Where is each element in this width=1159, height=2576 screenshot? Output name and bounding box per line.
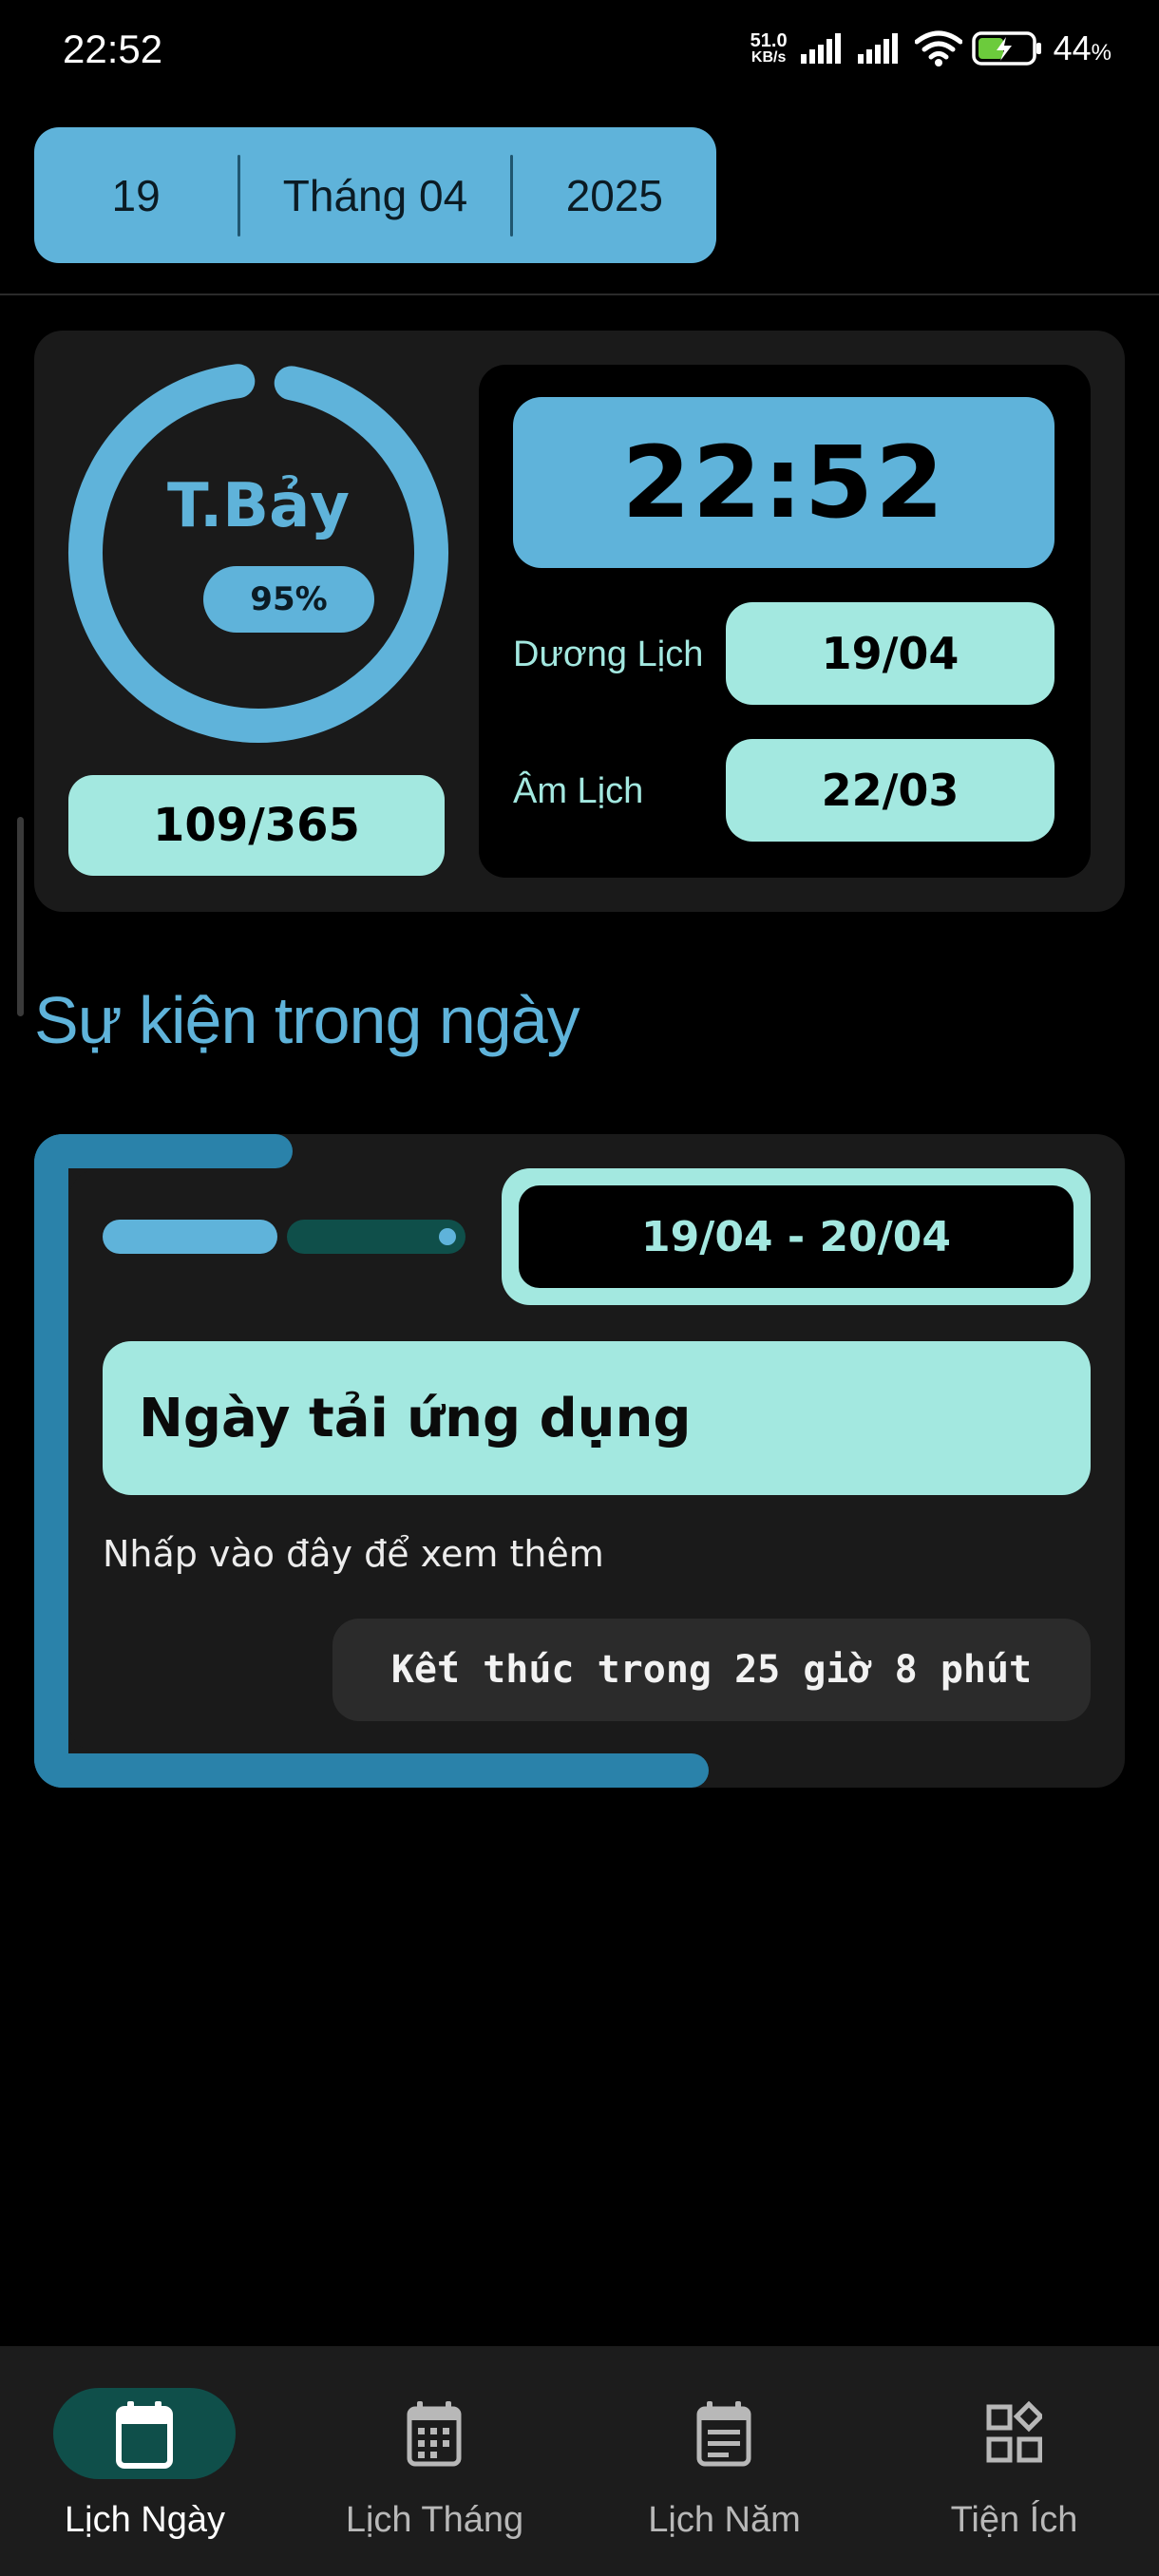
event-progress-track bbox=[287, 1220, 466, 1254]
year-picker[interactable]: 2025 bbox=[513, 127, 716, 263]
lunar-calendar-label: Âm Lịch bbox=[513, 771, 644, 811]
events-section-title: Sự kiện trong ngày bbox=[34, 983, 580, 1057]
solar-calendar-label: Dương Lịch bbox=[513, 635, 704, 674]
cell-signal-icon bbox=[800, 33, 841, 64]
clock-display: 22:52 bbox=[513, 397, 1054, 568]
day-of-year-badge: 109/365 bbox=[68, 775, 445, 876]
nav-label: Lịch Ngày bbox=[65, 2500, 225, 2540]
calendar-day-icon bbox=[116, 2401, 173, 2469]
scrollbar[interactable] bbox=[17, 817, 24, 1016]
clock-panel: 22:52 Dương Lịch 19/04 Âm Lịch 22/03 bbox=[479, 365, 1091, 878]
nav-daily-calendar[interactable]: Lịch Ngày bbox=[0, 2346, 290, 2576]
card-accent-frame bbox=[34, 1134, 293, 1168]
weekday-label: T.Bảy bbox=[167, 471, 350, 541]
event-date-range: 19/04 - 20/04 bbox=[519, 1185, 1074, 1288]
card-accent-frame bbox=[34, 1134, 68, 1788]
progress-dot bbox=[439, 1228, 456, 1245]
status-icons: 51.0 KB/s 44% bbox=[750, 28, 1112, 68]
solar-date-value: 19/04 bbox=[726, 602, 1054, 705]
status-time: 22:52 bbox=[63, 27, 163, 71]
header-divider bbox=[0, 294, 1159, 295]
network-speed-unit: KB/s bbox=[750, 49, 787, 66]
network-speed-value: 51.0 bbox=[750, 30, 788, 51]
date-selector: 19 Tháng 04 2025 bbox=[34, 127, 716, 263]
event-card[interactable]: 19/04 - 20/04 Ngày tải ứng dụng Nhấp vào… bbox=[34, 1134, 1125, 1788]
widgets-icon bbox=[986, 2400, 1042, 2463]
battery-percent: 44% bbox=[1053, 28, 1112, 67]
event-progress-bar bbox=[103, 1220, 277, 1254]
wifi-icon bbox=[914, 30, 962, 66]
event-date-range-badge: 19/04 - 20/04 bbox=[502, 1168, 1091, 1305]
status-bar: 22:52 51.0 KB/s 44% bbox=[0, 0, 1159, 114]
nav-monthly-calendar[interactable]: Lịch Tháng bbox=[290, 2346, 580, 2576]
nav-label: Tiện Ích bbox=[950, 2500, 1078, 2540]
battery-charging-icon bbox=[971, 31, 1041, 66]
day-progress-ring-graphic bbox=[68, 363, 448, 743]
bottom-navigation: Lịch Ngày Lịch Tháng Lịch Năm Tiện Ích bbox=[0, 2346, 1159, 2576]
day-progress-ring: T.Bảy 95% bbox=[66, 361, 450, 745]
nav-label: Lịch Tháng bbox=[345, 2500, 524, 2540]
day-progress-percent: 95% bbox=[203, 566, 374, 633]
event-countdown: Kết thúc trong 25 giờ 8 phút bbox=[332, 1619, 1091, 1721]
cell-signal-icon bbox=[857, 33, 898, 64]
network-speed: 51.0 KB/s bbox=[750, 31, 788, 66]
nav-yearly-calendar[interactable]: Lịch Năm bbox=[580, 2346, 869, 2576]
card-accent-frame bbox=[34, 1753, 709, 1788]
day-picker[interactable]: 19 bbox=[34, 127, 238, 263]
event-more-hint[interactable]: Nhấp vào đây để xem thêm bbox=[103, 1533, 604, 1575]
day-overview-card: T.Bảy 95% 109/365 22:52 Dương Lịch 19/04… bbox=[34, 331, 1125, 912]
month-picker[interactable]: Tháng 04 bbox=[240, 127, 510, 263]
lunar-date-value: 22/03 bbox=[726, 739, 1054, 842]
calendar-year-icon bbox=[696, 2401, 751, 2467]
event-title: Ngày tải ứng dụng bbox=[103, 1341, 1091, 1495]
nav-label: Lịch Năm bbox=[648, 2500, 801, 2540]
nav-utilities[interactable]: Tiện Ích bbox=[869, 2346, 1159, 2576]
calendar-month-icon bbox=[407, 2401, 462, 2467]
